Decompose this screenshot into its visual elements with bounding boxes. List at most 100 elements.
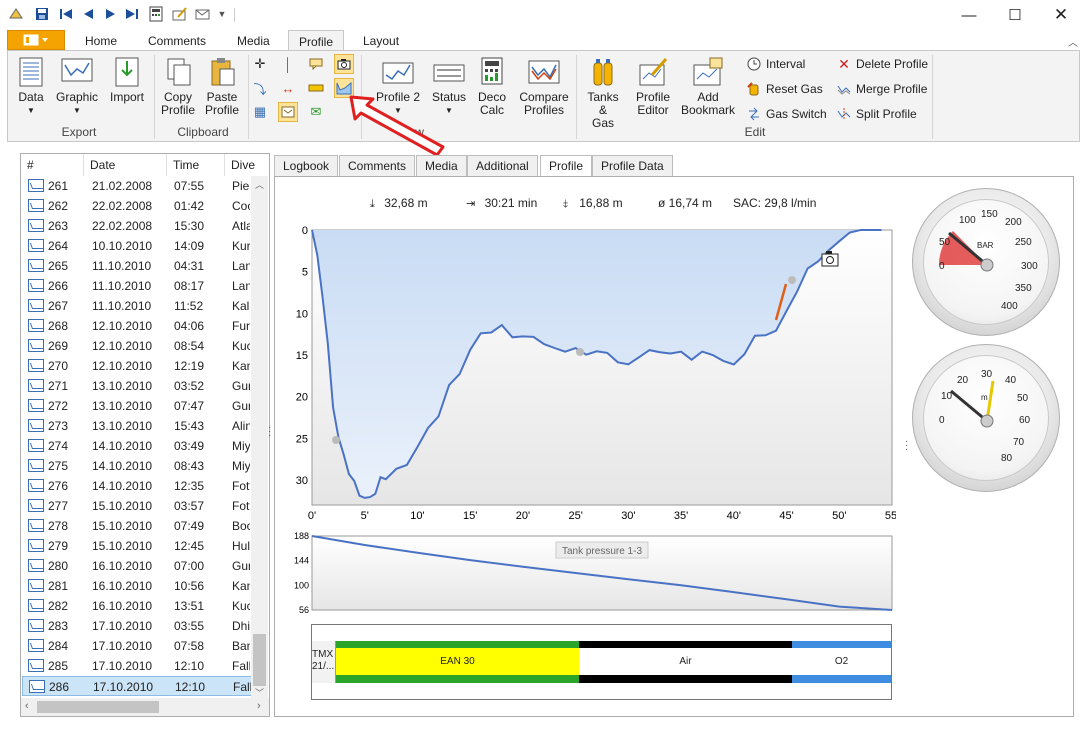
table-row[interactable]: 262 22.02.2008 01:42 Coc [22, 196, 268, 216]
gas-segment-tmx[interactable]: TMX 21/... [312, 641, 336, 683]
crosshair-icon[interactable]: ✛ [250, 54, 270, 74]
table-row[interactable]: 263 22.02.2008 15:30 Atla [22, 216, 268, 236]
splitter-grip-icon[interactable]: · · · [268, 423, 271, 441]
x-tick-label: 10' [410, 510, 424, 522]
close-window-button[interactable]: ✕ [1046, 4, 1076, 26]
ruler-icon[interactable] [306, 78, 326, 98]
marker-line-icon[interactable]: │ [278, 54, 298, 74]
vertical-scrollbar[interactable]: ︿ ﹀ [251, 176, 268, 698]
tab-profile[interactable]: Profile [288, 30, 345, 52]
tab-logbook[interactable]: Logbook [274, 155, 339, 177]
tab-media[interactable]: Media [227, 30, 280, 51]
tanks-gas-button[interactable]: Tanks & Gas [582, 57, 624, 130]
table-row[interactable]: 269 12.10.2010 08:54 Kuc [22, 336, 268, 356]
table-row[interactable]: 270 12.10.2010 12:19 Kan [22, 356, 268, 376]
table-row[interactable]: 285 17.10.2010 12:10 Falh [22, 656, 268, 676]
gas-segment-o2[interactable]: O2 [792, 641, 891, 683]
ascent-rate-icon[interactable]: ⤵ [250, 78, 270, 98]
delete-profile-button[interactable]: ✕ Delete Profile [836, 56, 928, 72]
tab-home[interactable]: Home [75, 30, 127, 51]
event-marker[interactable] [332, 436, 340, 444]
column-header-number[interactable]: # [21, 154, 84, 176]
table-row[interactable]: 266 11.10.2010 08:17 Lan [22, 276, 268, 296]
table-row[interactable]: 277 15.10.2010 03:57 Fott [22, 496, 268, 516]
tab-additional[interactable]: Additional [467, 155, 538, 177]
next-record-icon[interactable] [102, 6, 118, 22]
copy-profile-button[interactable]: Copy Profile [158, 57, 198, 117]
tab-media-panel[interactable]: Media [416, 155, 467, 177]
quick-access-dropdown-icon[interactable]: ▼ [214, 6, 230, 22]
merge-profile-button[interactable]: Merge Profile [836, 81, 927, 97]
reset-gas-button[interactable]: Reset Gas [746, 81, 823, 97]
compare-profiles-button[interactable]: Compare Profiles [516, 57, 572, 117]
table-row[interactable]: 276 14.10.2010 12:35 Fott [22, 476, 268, 496]
table-row[interactable]: 280 16.10.2010 07:00 Gur [22, 556, 268, 576]
table-row[interactable]: 267 11.10.2010 11:52 Kalh [22, 296, 268, 316]
table-row[interactable]: 274 14.10.2010 03:49 Miy [22, 436, 268, 456]
table-row[interactable]: 264 10.10.2010 14:09 Kur [22, 236, 268, 256]
tab-comments[interactable]: Comments [138, 30, 216, 51]
tab-profile-panel[interactable]: Profile [540, 155, 593, 177]
table-row[interactable]: 271 13.10.2010 03:52 Gur [22, 376, 268, 396]
table-row[interactable]: 273 13.10.2010 15:43 Alin [22, 416, 268, 436]
split-profile-button[interactable]: Split Profile [836, 106, 917, 122]
row-time: 03:52 [174, 379, 205, 393]
row-date: 13.10.2010 [92, 379, 153, 393]
event-marker[interactable] [576, 348, 584, 356]
edit-icon[interactable] [172, 6, 188, 22]
previous-record-icon[interactable] [80, 6, 96, 22]
gas-segment-ean30[interactable]: EAN 30 [336, 641, 579, 683]
table-row[interactable]: 261 21.02.2008 07:55 Pier [22, 176, 268, 196]
collapse-ribbon-icon[interactable]: ︿ [1068, 34, 1078, 49]
tab-comments-panel[interactable]: Comments [339, 155, 416, 177]
save-icon[interactable] [34, 6, 50, 22]
column-header-dive[interactable]: Dive [225, 154, 269, 176]
column-header-time[interactable]: Time [167, 154, 225, 176]
paste-profile-button[interactable]: Paste Profile [202, 57, 242, 117]
vertical-scroll-thumb[interactable] [253, 634, 266, 686]
grid-icon[interactable]: ▦ [250, 102, 270, 122]
horizontal-scroll-thumb[interactable] [37, 701, 159, 713]
tab-layout[interactable]: Layout [353, 30, 409, 51]
first-record-icon[interactable] [58, 6, 74, 22]
bookmark-check-icon[interactable]: ✉ [306, 102, 326, 122]
horizontal-scrollbar[interactable]: ‹ › [21, 698, 269, 716]
event-marker[interactable] [788, 276, 796, 284]
table-row[interactable]: 282 16.10.2010 13:51 Kuc [22, 596, 268, 616]
note-icon[interactable] [278, 102, 298, 122]
column-header-date[interactable]: Date [84, 154, 167, 176]
row-dive-site: Falh [233, 680, 251, 694]
camera-icon[interactable] [334, 54, 354, 74]
depth-profile-chart[interactable]: 0 5 10 15 20 25 30 0' 5' 10' 15' 20' 25' 30' 35' 40' 45'… [290, 222, 896, 524]
last-record-icon[interactable] [124, 6, 140, 22]
gauge-splitter-grip-icon[interactable]: · · · [905, 437, 908, 455]
table-row[interactable]: 275 14.10.2010 08:43 Miy [22, 456, 268, 476]
mail-icon[interactable] [195, 6, 211, 22]
tooltip-icon[interactable] [306, 54, 326, 74]
maximize-button[interactable]: ☐ [1000, 4, 1030, 26]
table-row[interactable]: 265 11.10.2010 04:31 Lan [22, 256, 268, 276]
data-button[interactable]: Data ▼ [12, 57, 50, 117]
table-row[interactable]: 286 17.10.2010 12:10 Falh [22, 676, 268, 696]
interval-button[interactable]: Interval [746, 56, 805, 72]
minimize-button[interactable]: — [954, 4, 984, 26]
add-bookmark-button[interactable]: Add Bookmark [680, 57, 736, 117]
distance-icon[interactable]: ↔ [278, 78, 298, 98]
tank-pressure-chart[interactable]: 188 144 100 56 Tank pressure 1-3 [290, 532, 896, 616]
graphic-button[interactable]: Graphic ▼ [54, 57, 100, 117]
row-dive-site: Kan [232, 579, 250, 593]
gas-switch-button[interactable]: Gas Switch [746, 106, 827, 122]
table-row[interactable]: 281 16.10.2010 10:56 Kan [22, 576, 268, 596]
calculator-icon[interactable] [148, 6, 164, 22]
table-row[interactable]: 284 17.10.2010 07:58 Ban [22, 636, 268, 656]
table-row[interactable]: 279 15.10.2010 12:45 Hul [22, 536, 268, 556]
import-button[interactable]: Import [107, 57, 147, 104]
table-row[interactable]: 268 12.10.2010 04:06 Fura [22, 316, 268, 336]
tab-profile-data[interactable]: Profile Data [592, 155, 673, 177]
table-row[interactable]: 283 17.10.2010 03:55 Dhi [22, 616, 268, 636]
gas-segment-air[interactable]: Air [579, 641, 792, 683]
table-row[interactable]: 272 13.10.2010 07:47 Gur [22, 396, 268, 416]
profile-editor-button[interactable]: Profile Editor [632, 57, 674, 117]
table-row[interactable]: 278 15.10.2010 07:49 Boo [22, 516, 268, 536]
deco-calc-button[interactable]: Deco Calc [474, 57, 510, 117]
